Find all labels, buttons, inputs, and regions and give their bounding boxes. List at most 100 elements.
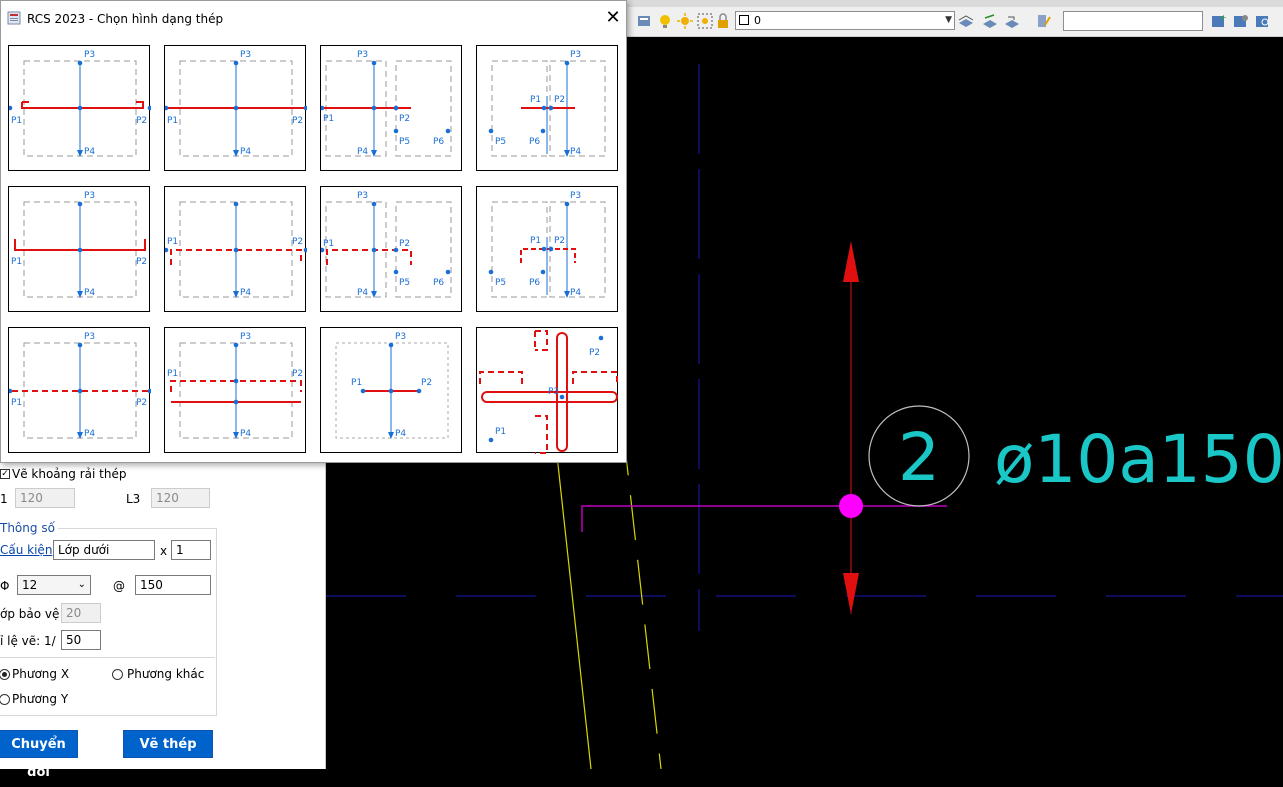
point-label: P5 — [399, 278, 410, 288]
at-label: @ — [113, 579, 125, 593]
match-layer-icon[interactable] — [982, 13, 998, 29]
layer-dropdown[interactable]: 0 ▼ — [735, 11, 955, 30]
divider — [0, 657, 215, 658]
checkbox-label: Vẽ khoảng rải thép — [12, 467, 127, 481]
chevron-down-icon: ▼ — [945, 15, 952, 25]
l-label: 1 — [0, 492, 8, 506]
sun-icon[interactable] — [677, 13, 693, 29]
phi-label: Φ — [0, 579, 10, 593]
shape-option-5[interactable]: P3 P1 P2 P4 — [8, 186, 150, 312]
checkbox-draw-spacing[interactable]: ✓ — [0, 469, 10, 479]
yellow-line-1 — [555, 445, 592, 770]
svg-text:+: + — [1220, 13, 1227, 22]
properties-icon[interactable] — [1036, 13, 1052, 29]
shape-option-2[interactable]: P3 P1 P2 P4 — [164, 45, 307, 171]
shape-option-9[interactable]: P3 P1 P2 P4 — [8, 327, 151, 453]
point-label: P4 — [240, 147, 251, 157]
scale-prefix: 1/ — [44, 634, 56, 648]
group-title: Thông số — [0, 521, 58, 535]
arrow-up-icon — [843, 241, 859, 282]
shape-option-11[interactable]: P3 P1 P2 P4 — [320, 327, 462, 453]
point-label: P3 — [570, 50, 581, 60]
point-label: P6 — [433, 137, 444, 147]
cau-kien-link[interactable]: Cấu kiện — [0, 543, 52, 557]
point-label: P5 — [495, 278, 506, 288]
point-label: P4 — [357, 147, 368, 157]
bar-label: ø10a150 — [994, 421, 1283, 498]
l3-field[interactable]: 120 — [151, 488, 210, 508]
shape-option-12[interactable]: P2 P3 P1 — [476, 327, 618, 454]
point-label: P3 — [395, 332, 406, 342]
add-view-icon[interactable]: + — [1211, 13, 1227, 29]
point-label: P1 — [323, 239, 334, 249]
radio-direction-other[interactable] — [112, 669, 123, 680]
shape-select-dialog: RCS 2023 - Chọn hình dạng thép ✕ P3 P1 P2 P… — [0, 0, 627, 463]
shape-option-7[interactable]: P3 P1 P2 P4 P5 P6 — [320, 186, 462, 312]
point-label: P5 — [495, 137, 506, 147]
point-label: P2 — [554, 95, 565, 105]
point-label: P2 — [292, 237, 303, 247]
light-bulb-icon[interactable] — [657, 13, 673, 29]
point-label: P2 — [554, 236, 565, 246]
l-field[interactable]: 120 — [15, 488, 75, 508]
shape-option-8[interactable]: P3 P1 P2 P4 P5 P6 — [476, 186, 618, 312]
point-label: P3 — [548, 387, 559, 397]
close-icon[interactable]: ✕ — [599, 5, 627, 31]
dialog-title: RCS 2023 - Chọn hình dạng thép — [27, 12, 224, 26]
point-label: P4 — [570, 147, 581, 157]
app-icon — [7, 11, 21, 25]
shape-option-1[interactable]: P3 P1 P2 P4 — [8, 45, 151, 171]
l3-label: L3 — [126, 492, 141, 506]
point-label: P2 — [399, 114, 410, 124]
point-label: P6 — [433, 278, 444, 288]
diameter-dropdown[interactable]: 12 ⌄ — [17, 575, 91, 595]
draw-rebar-button[interactable]: Vẽ thép — [123, 730, 213, 758]
point-label: P2 — [136, 398, 147, 408]
previous-layer-icon[interactable] — [1004, 13, 1020, 29]
view-settings-icon[interactable] — [1233, 13, 1249, 29]
freeze-viewport-icon[interactable] — [697, 13, 713, 29]
point-label: P3 — [570, 191, 581, 201]
scale-label: ỉ lệ vẽ: — [0, 634, 41, 648]
point-label: P1 — [11, 398, 22, 408]
point-label: P4 — [240, 429, 251, 439]
point-label: P3 — [357, 50, 368, 60]
scale-field[interactable]: 50 — [61, 630, 101, 650]
rebar-polyline — [581, 505, 947, 532]
chevron-down-icon: ⌄ — [77, 579, 86, 590]
point-label: P1 — [530, 236, 541, 246]
spacing-field[interactable]: 150 — [135, 575, 211, 595]
window-top-strip — [627, 0, 1283, 7]
point-label: P4 — [570, 288, 581, 298]
point-label: P2 — [421, 378, 432, 388]
point-label: P2 — [589, 348, 600, 358]
view-refresh-icon[interactable] — [1255, 13, 1271, 29]
multiplier-field[interactable]: 1 — [171, 540, 211, 560]
point-label: P2 — [399, 239, 410, 249]
make-current-layer-icon[interactable] — [958, 13, 974, 29]
layer-properties-icon[interactable] — [636, 13, 652, 29]
cover-label: ớp bảo vệ — [0, 607, 60, 621]
search-input[interactable] — [1063, 11, 1203, 31]
point-label: P6 — [529, 137, 540, 147]
cau-kien-field[interactable]: Lớp dưới — [53, 540, 155, 560]
bar-number: 2 — [898, 419, 940, 496]
convert-button[interactable]: Chuyển đổi — [0, 730, 78, 780]
point-label: P1 — [351, 378, 362, 388]
cover-field[interactable]: 20 — [61, 603, 101, 623]
point-label: P1 — [167, 369, 178, 379]
shape-option-3[interactable]: P3 P1 P2 P4 P5 P6 — [320, 45, 462, 171]
point-label: P1 — [11, 116, 22, 126]
shape-option-10[interactable]: P3 P1 P2 P4 — [164, 327, 306, 453]
point-label: P4 — [84, 429, 95, 439]
radio-y-label: Phương Y — [12, 692, 69, 706]
shape-option-4[interactable]: P3 P1 P2 P4 P5 P6 — [476, 45, 618, 171]
point-label: P5 — [399, 137, 410, 147]
rebar-settings-panel: ✓ Vẽ khoảng rải thép 1 120 L3 120 Thông … — [0, 462, 326, 780]
point-label: P3 — [357, 191, 368, 201]
layer-color-swatch — [739, 15, 749, 25]
point-label: P3 — [84, 332, 95, 342]
point-label: P1 — [495, 427, 506, 437]
shape-option-6[interactable]: P1 P2 P4 — [164, 186, 307, 312]
lock-icon[interactable] — [715, 13, 731, 29]
